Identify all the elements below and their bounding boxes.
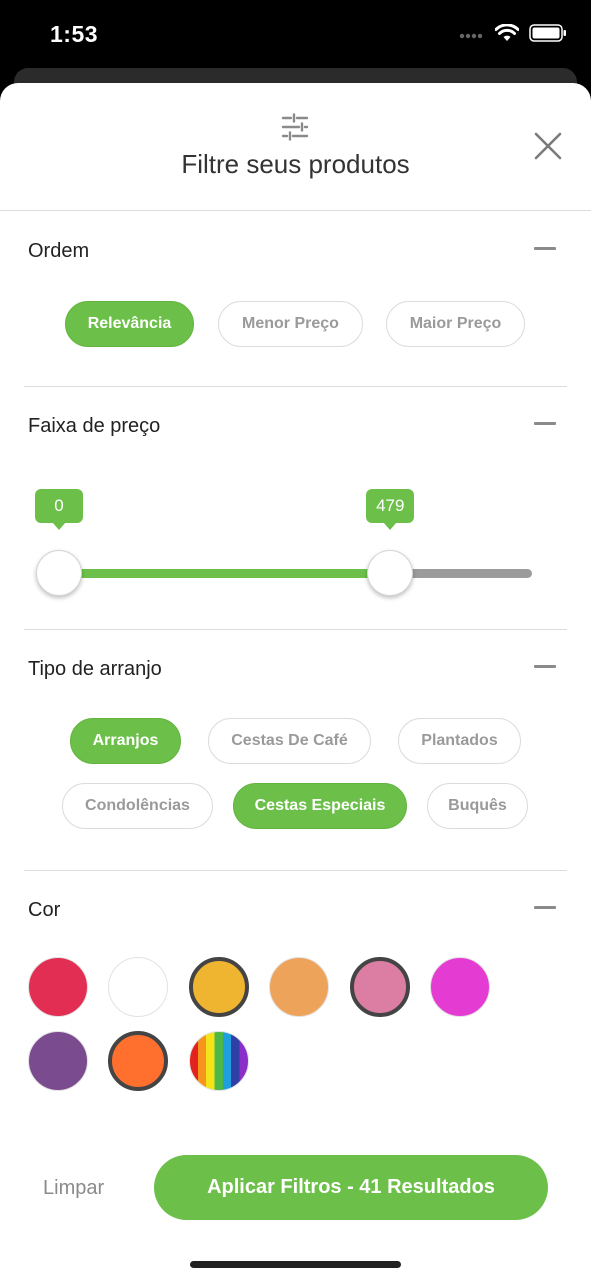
collapse-cor-icon[interactable] xyxy=(534,906,556,909)
section-cor: Cor xyxy=(24,871,567,1111)
status-icons xyxy=(459,24,567,42)
color-swatch[interactable] xyxy=(350,957,410,1017)
filter-sheet: Filtre seus produtos Ordem Relevância Men… xyxy=(0,83,591,1280)
clear-button[interactable]: Limpar xyxy=(43,1177,104,1200)
section-ordem: Ordem Relevância Menor Preço Maior Preço xyxy=(24,212,567,387)
color-swatch[interactable] xyxy=(28,1031,88,1091)
chip-relevancia[interactable]: Relevância xyxy=(65,301,194,347)
slider-max-handle[interactable] xyxy=(367,550,414,596)
status-time: 1:53 xyxy=(50,21,99,47)
color-swatch[interactable] xyxy=(269,957,329,1017)
chip-cestas-de-cafe[interactable]: Cestas De Café xyxy=(208,718,371,764)
collapse-ordem-icon[interactable] xyxy=(534,247,556,250)
status-bar: 1:53 xyxy=(0,0,591,70)
slider-min-handle[interactable] xyxy=(36,550,82,596)
color-swatch[interactable] xyxy=(430,957,490,1017)
apply-filters-button[interactable]: Aplicar Filtros - 41 Resultados xyxy=(154,1155,548,1220)
price-range-slider[interactable]: 0 479 xyxy=(24,387,567,630)
filter-sliders-icon xyxy=(281,113,309,141)
chip-plantados[interactable]: Plantados xyxy=(398,718,521,764)
sheet-title: Filtre seus produtos xyxy=(181,149,410,179)
section-arranjo: Tipo de arranjo Arranjos Cestas De Café Pl… xyxy=(24,630,567,871)
chip-maior-preco[interactable]: Maior Preço xyxy=(386,301,525,347)
color-swatch[interactable] xyxy=(189,957,249,1017)
slider-track-selected xyxy=(59,569,391,578)
chip-condolencias[interactable]: Condolências xyxy=(62,783,213,829)
chip-cestas-especiais[interactable]: Cestas Especiais xyxy=(233,783,407,829)
chip-arranjos[interactable]: Arranjos xyxy=(70,718,181,764)
battery-icon xyxy=(529,24,566,42)
color-swatch-rainbow[interactable] xyxy=(189,1031,249,1091)
wifi-icon xyxy=(495,24,519,41)
slider-min-value: 0 xyxy=(35,489,83,530)
chip-buques[interactable]: Buquês xyxy=(427,783,528,829)
slider-max-value: 479 xyxy=(366,489,415,530)
home-indicator xyxy=(190,1261,401,1268)
section-title-ordem: Ordem xyxy=(28,240,90,262)
sheet-header: Filtre seus produtos xyxy=(0,83,591,211)
collapse-arranjo-icon[interactable] xyxy=(534,665,556,668)
section-title-arranjo: Tipo de arranjo xyxy=(28,658,162,680)
color-swatch[interactable] xyxy=(28,957,88,1017)
color-swatch[interactable] xyxy=(108,957,168,1017)
color-swatch[interactable] xyxy=(108,1031,168,1091)
section-preco: Faixa de preço 0 479 xyxy=(24,387,567,630)
chip-menor-preco[interactable]: Menor Preço xyxy=(218,301,363,347)
signal-icon xyxy=(459,33,483,39)
close-icon[interactable] xyxy=(533,131,563,161)
section-title-cor: Cor xyxy=(28,899,61,921)
